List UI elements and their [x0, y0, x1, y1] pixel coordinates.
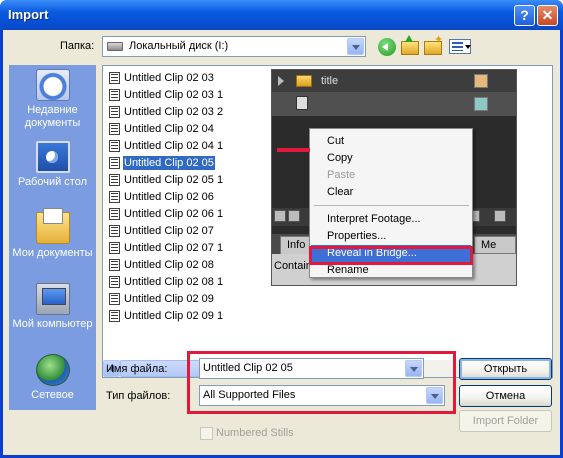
clip-file-icon: [109, 310, 120, 322]
file-name: Untitled Clip 02 07 1: [124, 242, 224, 254]
menu-separator: [314, 205, 469, 206]
place-my-documents[interactable]: Мои документы: [9, 208, 96, 260]
look-in-dropdown[interactable]: Локальный диск (I:): [102, 36, 366, 57]
file-name: Untitled Clip 02 09: [124, 293, 214, 305]
file-name: Untitled Clip 02 05: [122, 155, 216, 171]
place-network[interactable]: Сетевое: [9, 354, 96, 402]
numbered-stills-checkbox[interactable]: [200, 427, 213, 440]
clip-file-icon: [109, 157, 120, 169]
clip-file-icon: [109, 72, 120, 84]
my-computer-icon: [35, 283, 70, 315]
annotation-highlight-filename: [187, 351, 456, 414]
file-name: Untitled Clip 02 07: [124, 225, 214, 237]
clip-file-icon: [109, 276, 120, 288]
up-folder-icon[interactable]: [401, 35, 419, 55]
menu-item-properties[interactable]: Properties...: [311, 228, 471, 245]
place-label: Недавние документы: [24, 104, 81, 129]
file-type-label: Тип файлов:: [106, 390, 171, 402]
chevron-down-icon[interactable]: [347, 38, 364, 55]
file-name: Untitled Clip 02 03: [124, 72, 214, 84]
clip-file-icon: [109, 140, 120, 152]
place-label: Рабочий стол: [17, 176, 88, 188]
title-bar[interactable]: Import ? ✕: [0, 0, 563, 30]
look-in-label: Папка:: [60, 40, 95, 52]
numbered-stills-label: Numbered Stills: [216, 427, 294, 439]
expand-triangle-icon: [278, 76, 284, 86]
import-dialog: Import ? ✕ Папка: Локальный диск (I:) Не…: [0, 0, 563, 458]
close-button[interactable]: ✕: [537, 5, 558, 26]
back-icon[interactable]: [378, 38, 396, 56]
my-documents-icon: [35, 208, 70, 244]
menu-item-interpret-footage[interactable]: Interpret Footage...: [311, 211, 471, 228]
window-title: Import: [8, 7, 49, 22]
icon-view-icon: [288, 210, 300, 222]
clip-file-icon: [109, 259, 120, 271]
file-name-label: Имя файла:: [106, 363, 168, 375]
file-name: Untitled Clip 02 03 1: [124, 89, 224, 101]
file-name: Untitled Clip 02 08: [124, 259, 214, 271]
clip-file-icon: [109, 242, 120, 254]
local-disk-icon: [107, 42, 123, 51]
import-folder-button[interactable]: Import Folder: [459, 410, 552, 432]
new-folder-icon[interactable]: [424, 33, 443, 55]
panel-button-icon: [494, 210, 506, 222]
file-name: Untitled Clip 02 08 1: [124, 276, 224, 288]
folder-icon: [296, 75, 312, 87]
annotation-line: [277, 148, 310, 152]
place-label: Мой компьютер: [12, 318, 93, 330]
list-view-icon: [274, 210, 286, 222]
place-desktop[interactable]: Рабочий стол: [9, 141, 96, 189]
label-color-swatch: [474, 74, 488, 88]
desktop-icon: [35, 141, 70, 173]
open-button[interactable]: Открыть: [459, 358, 552, 380]
place-my-computer[interactable]: Мой компьютер: [9, 283, 96, 331]
file-name: Untitled Clip 02 04 1: [124, 140, 224, 152]
place-label: Сетевое: [31, 389, 74, 401]
clip-file-icon: [109, 225, 120, 237]
file-name: Untitled Clip 02 05 1: [124, 174, 224, 186]
network-icon: [35, 354, 70, 386]
info-panel-text: Contain: [274, 260, 312, 272]
clip-file-icon: [109, 208, 120, 220]
project-item-name: title: [321, 75, 339, 87]
tab-media: Me: [474, 236, 516, 254]
annotation-highlight-menu: [309, 246, 473, 265]
clip-file-icon: [109, 89, 120, 101]
file-name: Untitled Clip 02 03 2: [124, 106, 224, 118]
clip-file-icon: [109, 174, 120, 186]
clip-file-icon: [109, 123, 120, 135]
clip-file-icon: [109, 293, 120, 305]
project-row-selected: [272, 92, 516, 116]
places-bar: Недавние документы Рабочий стол Мои доку…: [9, 65, 96, 410]
place-recent-documents[interactable]: Недавние документы: [9, 69, 96, 130]
file-name: Untitled Clip 02 04: [124, 123, 214, 135]
menu-item-clear[interactable]: Clear: [311, 184, 471, 201]
recent-documents-icon: [35, 69, 70, 101]
menu-item-cut[interactable]: Cut: [311, 133, 471, 150]
file-name: Untitled Clip 02 09 1: [124, 310, 224, 322]
clip-file-icon: [109, 106, 120, 118]
file-name: Untitled Clip 02 06: [124, 191, 214, 203]
menu-item-paste[interactable]: Paste: [311, 167, 471, 184]
look-in-value: Локальный диск (I:): [129, 40, 229, 52]
label-color-swatch: [474, 97, 488, 111]
menu-item-copy[interactable]: Copy: [311, 150, 471, 167]
cancel-button[interactable]: Отмена: [459, 385, 552, 407]
clip-icon: [296, 96, 308, 110]
file-name: Untitled Clip 02 06 1: [124, 208, 224, 220]
clip-file-icon: [109, 191, 120, 203]
project-row-title: title: [272, 70, 516, 92]
views-menu-icon[interactable]: [449, 39, 471, 54]
help-button[interactable]: ?: [514, 5, 535, 26]
place-label: Мои документы: [12, 247, 93, 259]
